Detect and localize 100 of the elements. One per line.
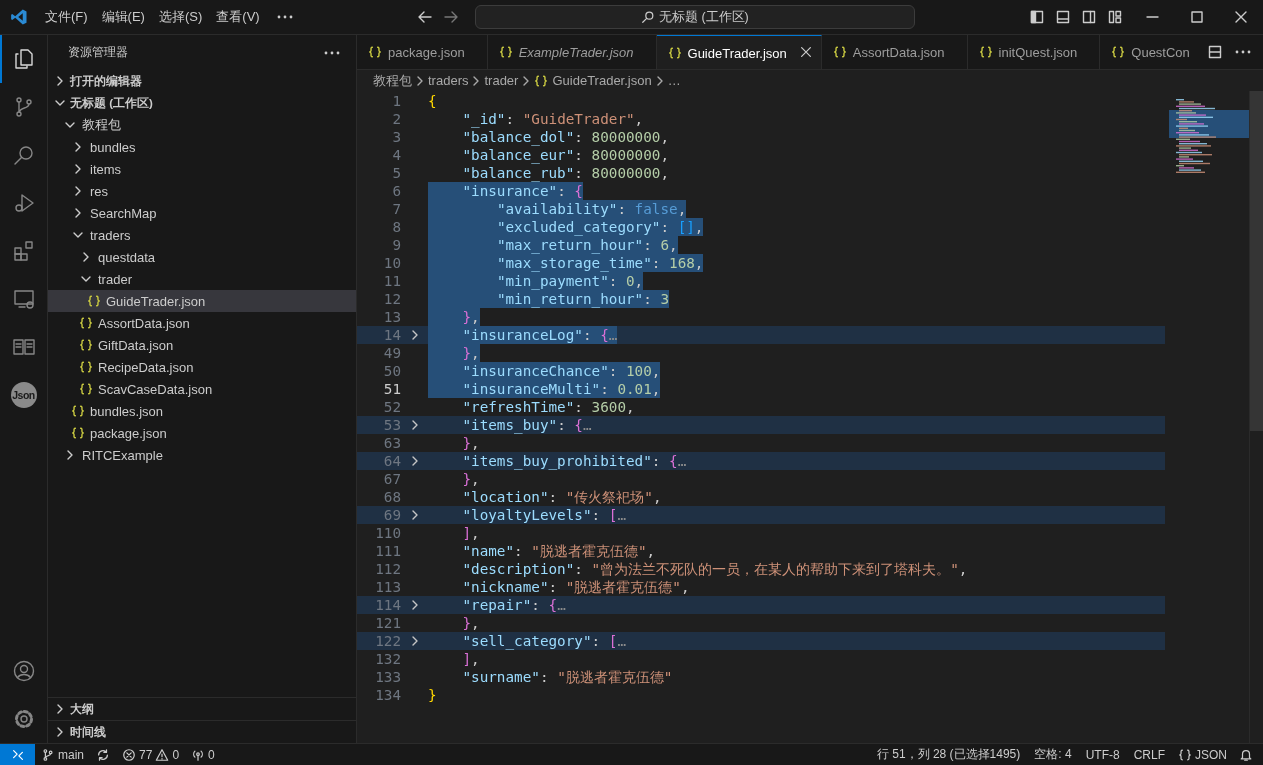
menu-item[interactable]: 选择(S) — [151, 5, 210, 29]
breadcrumb-item[interactable]: trader — [484, 73, 519, 88]
code-line: }, — [461, 470, 480, 488]
line-number: 121 — [374, 614, 401, 632]
editor-tab[interactable]: initQuest.json — [967, 35, 1101, 69]
line-number: 67 — [382, 470, 401, 488]
tree-item[interactable]: RecipeData.json — [48, 356, 356, 378]
tree-item[interactable]: package.json — [48, 422, 356, 444]
tree-item[interactable]: GuideTrader.json — [48, 290, 356, 312]
code-line: "balance_dol": 80000000, — [461, 128, 670, 146]
line-number: 11 — [382, 272, 401, 290]
tree-item[interactable]: ScavCaseData.json — [48, 378, 356, 400]
panel-title: 资源管理器 — [68, 45, 128, 60]
code-line: "loyaltyLevels": [… — [461, 506, 626, 524]
line-number: 114 — [374, 596, 401, 614]
code-line: "description": "曾为法兰不死队的一员，在某人的帮助下来到了塔科夫。", — [461, 560, 968, 578]
code-line: "repair": {… — [461, 596, 566, 614]
line-number: 134 — [374, 686, 401, 704]
code-line: "items_buy": {… — [461, 416, 592, 434]
line-number: 7 — [391, 200, 401, 218]
line-number: 14 — [382, 326, 401, 344]
editor-tab[interactable]: ExampleTrader.json — [487, 35, 657, 69]
line-number: 4 — [391, 146, 401, 164]
line-number: 52 — [382, 398, 401, 416]
language-status[interactable]: JSON — [1172, 747, 1233, 762]
tree-item[interactable]: items — [48, 158, 356, 180]
tree-item[interactable]: bundles.json — [48, 400, 356, 422]
code-line: "location": "传火祭祀场", — [461, 488, 662, 506]
command-center[interactable]: 无标题 (工作区) — [474, 5, 915, 29]
status-item[interactable]: 行 51，列 28 (已选择1495) — [869, 746, 1028, 763]
tree-item[interactable]: bundles — [48, 136, 356, 158]
menu-item[interactable]: 文件(F) — [38, 5, 95, 29]
breadcrumb-item[interactable]: traders — [428, 73, 469, 88]
tree-item[interactable]: RITCExample — [48, 444, 356, 466]
section-header[interactable]: 打开的编辑器 — [48, 70, 356, 92]
menu-item[interactable]: 查看(V) — [209, 5, 267, 29]
branch-status[interactable]: main — [35, 747, 90, 762]
status-item[interactable]: CRLF — [1126, 747, 1172, 762]
section-header[interactable]: 无标题 (工作区) — [48, 92, 356, 114]
line-number: 6 — [391, 182, 401, 200]
tree-item[interactable]: AssortData.json — [48, 312, 356, 334]
line-number: 110 — [374, 524, 401, 542]
code-line: "name": "脱逃者霍克伍德", — [461, 542, 656, 560]
code-line: ], — [461, 650, 480, 668]
tree-item[interactable]: GiftData.json — [48, 334, 356, 356]
status-item[interactable]: 空格: 4 — [1027, 746, 1079, 763]
line-number: 53 — [382, 416, 401, 434]
code-line: { — [428, 92, 437, 110]
line-number: 64 — [382, 452, 401, 470]
tree-item[interactable]: 教程包 — [48, 114, 356, 136]
line-number: 112 — [374, 560, 401, 578]
editor-tab[interactable]: GuideTrader.json — [656, 35, 822, 69]
line-number: 3 — [391, 128, 401, 146]
code-line: "balance_eur": 80000000, — [461, 146, 670, 164]
tree-item[interactable]: traders — [48, 224, 356, 246]
json-extension-icon[interactable]: Json — [10, 382, 37, 408]
line-number: 10 — [382, 254, 401, 272]
tree-item[interactable]: SearchMap — [48, 202, 356, 224]
breadcrumb-item[interactable]: … — [667, 73, 681, 88]
code-line: }, — [461, 434, 480, 452]
breadcrumb-item[interactable]: 教程包 — [373, 71, 412, 90]
line-number: 132 — [374, 650, 401, 668]
line-number: 8 — [391, 218, 401, 236]
code-line: "items_buy_prohibited": {… — [461, 452, 687, 470]
status-item[interactable]: UTF-8 — [1078, 747, 1127, 762]
tree-item[interactable]: trader — [48, 268, 356, 290]
section-header[interactable]: 大纲 — [48, 697, 356, 720]
line-number: 113 — [374, 578, 401, 596]
line-number: 2 — [391, 110, 401, 128]
code-line: ], — [461, 524, 480, 542]
editor-tab[interactable]: QuestCon — [1100, 35, 1194, 69]
menu-item[interactable]: 编辑(E) — [94, 5, 152, 29]
tree-item[interactable]: res — [48, 180, 356, 202]
line-number: 122 — [374, 632, 401, 650]
line-number: 49 — [382, 344, 401, 362]
line-number: 63 — [382, 434, 401, 452]
line-number: 5 — [391, 164, 401, 182]
code-line: "surname": "脱逃者霍克伍德" — [461, 668, 673, 686]
line-number: 51 — [382, 380, 401, 398]
problems-status[interactable]: 77 0 — [116, 747, 186, 762]
line-number: 9 — [391, 236, 401, 254]
code-line: "refreshTime": 3600, — [461, 398, 635, 416]
line-number: 1 — [391, 92, 401, 110]
code-line: "sell_category": [… — [461, 632, 626, 650]
line-number: 68 — [382, 488, 401, 506]
code-line: "nickname": "脱逃者霍克伍德", — [461, 578, 690, 596]
code-line: } — [428, 686, 437, 704]
line-number: 69 — [382, 506, 401, 524]
line-number: 133 — [374, 668, 401, 686]
breadcrumb-item[interactable]: GuideTrader.json — [552, 73, 652, 88]
editor-tab[interactable]: AssortData.json — [821, 35, 968, 69]
ports-status[interactable]: 0 — [185, 747, 221, 762]
line-number: 13 — [382, 308, 401, 326]
line-number: 50 — [382, 362, 401, 380]
code-line: "_id": "GuideTrader", — [461, 110, 644, 128]
line-number: 12 — [382, 290, 401, 308]
code-line: "balance_rub": 80000000, — [461, 164, 670, 182]
editor-tab[interactable]: package.json — [357, 35, 488, 69]
line-number: 111 — [374, 542, 401, 560]
tree-item[interactable]: questdata — [48, 246, 356, 268]
